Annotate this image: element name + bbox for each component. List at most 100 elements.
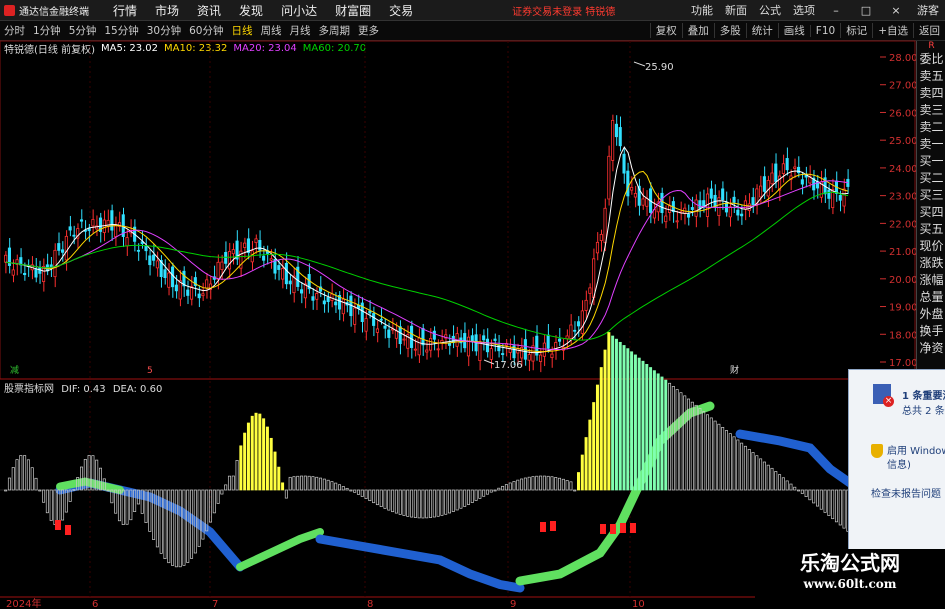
indicator-histogram-bar (269, 437, 273, 491)
side-top-marker[interactable]: R (917, 41, 945, 51)
candle-body (800, 179, 804, 185)
kline-chart[interactable]: 28.00 27.00 26.00 25.00 24.00 23.00 22.00 21.00… (0, 0, 945, 609)
candle-body (197, 293, 201, 299)
windows-notification[interactable]: × 1 条重要消息 总共 2 条 启用 Window 信息) 检查未报告问题 (848, 369, 945, 551)
high-price-pointer (633, 61, 646, 67)
candle-body (482, 335, 486, 341)
indicator-histogram-bar (360, 489, 364, 497)
indicator-histogram-bar (755, 455, 759, 491)
indicator-histogram-bar (23, 455, 27, 491)
side-item-7: 买二 (919, 171, 944, 185)
indicator-histogram-bar (265, 426, 269, 491)
indicator-histogram-bar (823, 489, 827, 513)
indicator-histogram-bar (831, 489, 835, 520)
notif-title[interactable]: 1 条重要消息 (902, 387, 945, 402)
indicator-histogram-bar (406, 489, 410, 517)
indicator-histogram-bar (337, 484, 341, 491)
candle-body (793, 166, 797, 169)
low-price-pointer (483, 359, 495, 365)
indicator-histogram-bar (227, 475, 231, 491)
notif-line1[interactable]: 启用 Window (887, 442, 945, 457)
indicator-histogram-bar (258, 413, 262, 491)
indicator-histogram-bar (15, 459, 19, 491)
candle-body (144, 245, 148, 252)
candle-body (751, 197, 755, 206)
candle-body (584, 299, 588, 311)
candle-body (595, 241, 600, 254)
candle-body (402, 338, 406, 341)
indicator-histogram-bar (561, 478, 565, 491)
notif-line3[interactable]: 检查未报告问题 (871, 485, 941, 500)
indicator-histogram-bar (459, 489, 463, 509)
candle-body (341, 298, 345, 315)
candle-body (565, 335, 569, 340)
signal-red-bar (550, 521, 556, 531)
candle-body (569, 324, 573, 339)
candle-body (387, 329, 391, 338)
date-tick-label: 10 (632, 599, 645, 609)
candle-body (258, 240, 262, 251)
candle-body (842, 188, 846, 207)
indicator-histogram-bar (463, 489, 467, 507)
indicator-histogram-bar (345, 487, 349, 491)
indicator-histogram-bar (789, 483, 793, 491)
indicator-histogram-bar (254, 412, 258, 491)
indicator-histogram-bar (607, 332, 611, 491)
candle-body (383, 325, 387, 329)
indicator-histogram-bar (664, 379, 668, 491)
indicator-histogram-bar (497, 487, 501, 491)
side-item-16: 换手 (919, 324, 944, 338)
candle-body (645, 198, 649, 207)
indicator-histogram-bar (391, 489, 395, 513)
indicator-histogram-bar (721, 427, 725, 491)
price-tick-label: 24.00 (889, 164, 918, 175)
candle-body (174, 284, 178, 292)
candle-body (573, 329, 577, 332)
indicator-histogram-bar (262, 418, 266, 491)
indicator-histogram-bar (736, 439, 740, 491)
indicator-band-blue-2 (315, 534, 525, 593)
indicator-histogram-bar (478, 489, 482, 499)
side-item-13: 涨幅 (919, 273, 944, 287)
indicator-histogram-bar (174, 489, 178, 568)
indicator-histogram-bar (558, 477, 562, 491)
candle-body (736, 209, 740, 216)
indicator-histogram-bar (489, 489, 493, 493)
indicator-histogram-bar (649, 367, 653, 491)
indicator-histogram-bar (705, 414, 709, 491)
candle-body (626, 170, 630, 197)
side-item-8: 买三 (919, 188, 944, 202)
watermark-url: www.60lt.com (803, 577, 897, 591)
indicator-histogram-bar (440, 489, 444, 516)
signal-red-bar (55, 520, 61, 530)
side-item-11: 现价 (919, 239, 944, 253)
candle-body (114, 224, 118, 237)
indicator-histogram-bar (356, 489, 360, 495)
event-marker-left: 减 (10, 364, 19, 376)
candle-body (675, 220, 679, 223)
candle-body (4, 254, 8, 263)
indicator-histogram-bar (774, 471, 778, 491)
candle-body (269, 258, 273, 261)
candle-body (698, 200, 702, 209)
indicator-histogram-bar (372, 489, 376, 504)
candle-body (542, 342, 546, 357)
indicator-title[interactable]: 股票指标网 (4, 384, 54, 395)
price-tick-label: 28.00 (889, 53, 918, 64)
indicator-histogram-bar (117, 489, 121, 522)
indicator-histogram-bar (550, 476, 554, 491)
side-item-0: 委比 (919, 52, 944, 66)
side-item-9: 买四 (919, 205, 944, 219)
candle-body (288, 280, 292, 285)
candle-body (110, 210, 114, 231)
indicator-histogram-bar (273, 451, 277, 491)
ma60-line (5, 191, 849, 341)
indicator-histogram-bar (485, 489, 489, 495)
indicator-histogram-bar (296, 475, 300, 491)
indicator-histogram-bar (341, 486, 345, 491)
indicator-histogram-bar (618, 341, 622, 491)
indicator-histogram-bar (724, 430, 728, 491)
indicator-histogram-bar (516, 479, 520, 491)
indicator-histogram-bar (542, 475, 546, 491)
indicator-histogram-bar (709, 417, 713, 491)
